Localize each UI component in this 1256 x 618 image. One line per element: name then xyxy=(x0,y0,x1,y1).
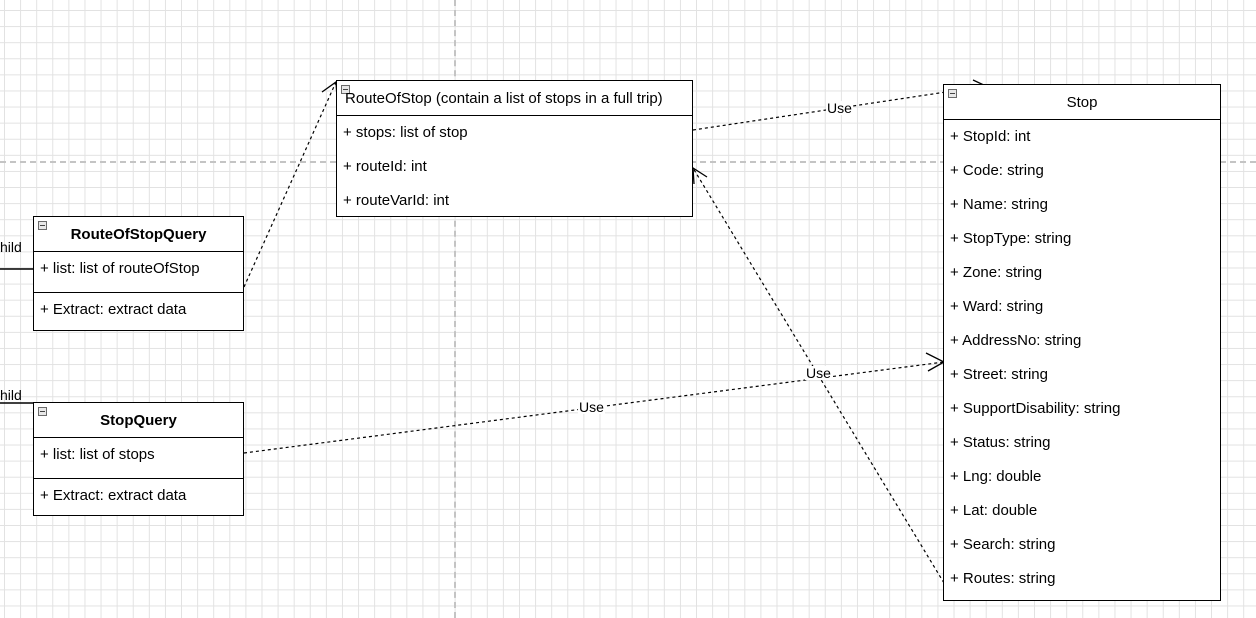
edge-label-use[interactable]: Use xyxy=(805,366,832,380)
edge-label-use[interactable]: Use xyxy=(578,400,605,414)
attribute-row[interactable]: + list: list of stops xyxy=(34,438,243,472)
attribute-row[interactable]: + StopType: string xyxy=(944,222,1220,256)
method-row[interactable]: + Extract: extract data xyxy=(34,293,243,327)
arrowhead-routeofstop xyxy=(321,80,338,99)
attribute-row[interactable]: + Street: string xyxy=(944,358,1220,392)
class-title: StopQuery xyxy=(100,411,177,429)
edge-label-use[interactable]: Use xyxy=(826,101,853,115)
class-stop[interactable]: Stop + StopId: int + Code: string + Name… xyxy=(943,84,1221,601)
attribute-row[interactable]: + Lat: double xyxy=(944,494,1220,528)
class-header[interactable]: StopQuery xyxy=(34,403,243,438)
attribute-row[interactable]: + Ward: string xyxy=(944,290,1220,324)
class-header[interactable]: RouteOfStopQuery xyxy=(34,217,243,252)
stub-label-top: hild xyxy=(0,239,22,255)
method-row[interactable]: + Extract: extract data xyxy=(34,479,243,513)
class-header[interactable]: RouteOfStop (contain a list of stops in … xyxy=(337,81,692,116)
diagram-canvas[interactable]: hild hild RouteOfStop (contain a list of… xyxy=(0,0,1256,618)
class-routeofstopquery[interactable]: RouteOfStopQuery + list: list of routeOf… xyxy=(33,216,244,331)
attribute-row[interactable]: + Status: string xyxy=(944,426,1220,460)
attribute-row[interactable]: + Routes: string xyxy=(944,562,1220,596)
class-title: Stop xyxy=(1066,93,1098,111)
stub-label-bottom: hild xyxy=(0,387,22,403)
class-title: RouteOfStopQuery xyxy=(70,225,207,243)
edge-routeofstopquery-to-routeofstop xyxy=(243,81,337,288)
attribute-row[interactable]: + Search: string xyxy=(944,528,1220,562)
attribute-row[interactable]: + SupportDisability: string xyxy=(944,392,1220,426)
attribute-row[interactable]: + AddressNo: string xyxy=(944,324,1220,358)
class-header[interactable]: Stop xyxy=(944,85,1220,120)
attribute-row[interactable]: + Name: string xyxy=(944,188,1220,222)
attribute-row[interactable]: + stops: list of stop xyxy=(337,116,692,150)
attribute-row[interactable]: + routeId: int xyxy=(337,150,692,184)
class-stopquery[interactable]: StopQuery + list: list of stops + Extrac… xyxy=(33,402,244,516)
attribute-row[interactable]: + StopId: int xyxy=(944,120,1220,154)
attribute-row[interactable]: + Code: string xyxy=(944,154,1220,188)
attribute-row[interactable]: + list: list of routeOfStop xyxy=(34,252,243,286)
class-routeofstop[interactable]: RouteOfStop (contain a list of stops in … xyxy=(336,80,693,217)
attribute-row[interactable]: + Zone: string xyxy=(944,256,1220,290)
attribute-row[interactable]: + routeVarId: int xyxy=(337,184,692,218)
attribute-row[interactable]: + Lng: double xyxy=(944,460,1220,494)
class-title: RouteOfStop (contain a list of stops in … xyxy=(345,89,663,107)
